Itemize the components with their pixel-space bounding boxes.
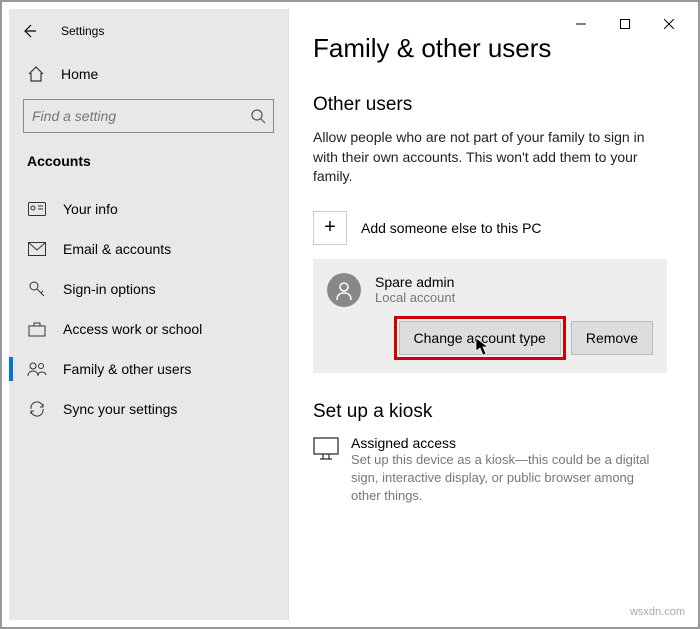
nav-label: Your info (63, 201, 118, 217)
close-button[interactable] (647, 9, 691, 39)
nav-signin-options[interactable]: Sign-in options (9, 269, 288, 309)
mail-icon (27, 239, 47, 259)
minimize-button[interactable] (559, 9, 603, 39)
window-title: Settings (61, 24, 104, 38)
watermark: wsxdn.com (630, 606, 685, 618)
user-card[interactable]: Spare admin Local account Change account… (313, 259, 667, 373)
nav-home-label: Home (61, 66, 98, 82)
add-user-button[interactable]: + Add someone else to this PC (313, 205, 667, 259)
sync-icon (27, 399, 47, 419)
nav-access-work-school[interactable]: Access work or school (9, 309, 288, 349)
cursor-icon (475, 337, 493, 357)
remove-button[interactable]: Remove (571, 321, 653, 355)
plus-icon: + (313, 211, 347, 245)
key-icon (27, 279, 47, 299)
nav-label: Sign-in options (63, 281, 156, 297)
nav-home[interactable]: Home (9, 45, 288, 91)
home-icon (27, 65, 45, 83)
sidebar: Settings Home Accounts Your info E (9, 9, 289, 620)
nav-label: Email & accounts (63, 241, 171, 257)
search-icon (243, 108, 273, 124)
user-type: Local account (375, 290, 455, 305)
assigned-access-description: Set up this device as a kiosk—this could… (351, 451, 667, 506)
window-controls (559, 9, 691, 39)
people-icon (27, 359, 47, 379)
search-input[interactable] (24, 108, 243, 124)
nav-category: Accounts (9, 149, 288, 189)
assigned-access-row[interactable]: Assigned access Set up this device as a … (313, 435, 667, 506)
nav-family-other-users[interactable]: Family & other users (9, 349, 288, 389)
briefcase-icon (27, 319, 47, 339)
nav-label: Access work or school (63, 321, 202, 337)
section-kiosk: Set up a kiosk (313, 401, 667, 423)
nav-email-accounts[interactable]: Email & accounts (9, 229, 288, 269)
content-pane: Family & other users Other users Allow p… (289, 9, 691, 620)
nav-sync-settings[interactable]: Sync your settings (9, 389, 288, 429)
avatar-icon (327, 273, 361, 307)
back-button[interactable] (17, 19, 41, 43)
monitor-icon (313, 435, 339, 461)
nav-label: Sync your settings (63, 401, 177, 417)
nav-your-info[interactable]: Your info (9, 189, 288, 229)
maximize-button[interactable] (603, 9, 647, 39)
other-users-description: Allow people who are not part of your fa… (313, 128, 667, 187)
settings-window: Settings Home Accounts Your info E (9, 9, 691, 620)
add-user-label: Add someone else to this PC (361, 220, 542, 236)
nav-label: Family & other users (63, 361, 191, 377)
assigned-access-title: Assigned access (351, 435, 667, 451)
search-box[interactable] (23, 99, 274, 133)
user-name: Spare admin (375, 274, 455, 290)
badge-icon (27, 199, 47, 219)
section-other-users: Other users (313, 94, 667, 116)
